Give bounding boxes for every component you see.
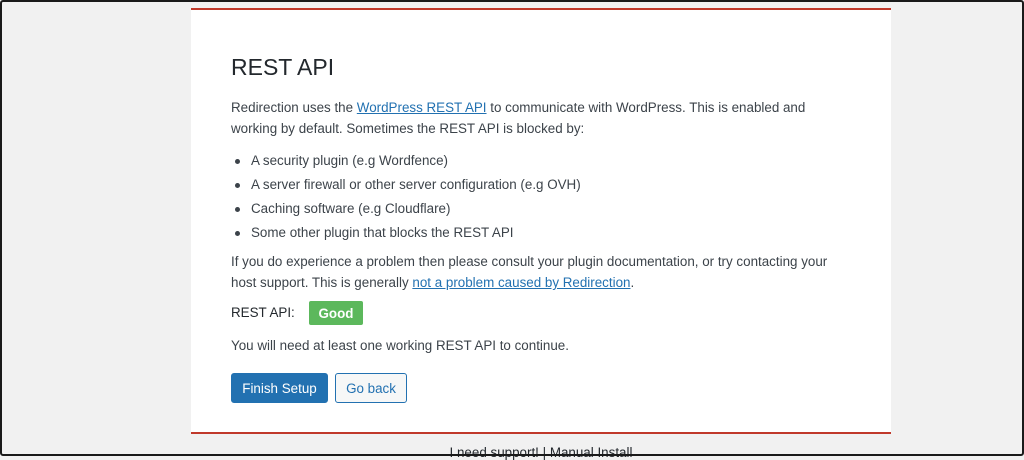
blocking-reasons-list: A security plugin (e.g Wordfence) A serv… <box>231 149 581 245</box>
intro-paragraph: Redirection uses the WordPress REST API … <box>231 97 831 139</box>
go-back-button[interactable]: Go back <box>335 373 407 403</box>
help-text-after: . <box>630 275 635 290</box>
footer-separator: | <box>538 445 550 460</box>
wordpress-rest-api-link[interactable]: WordPress REST API <box>357 100 487 115</box>
support-link[interactable]: I need support! <box>450 445 539 460</box>
manual-install-link[interactable]: Manual Install <box>550 445 633 460</box>
footer-links: I need support! | Manual Install <box>0 445 1024 460</box>
list-item: Caching software (e.g Cloudflare) <box>231 197 581 221</box>
page-title: REST API <box>231 54 335 80</box>
status-badge: Good <box>309 301 363 325</box>
list-item: Some other plugin that blocks the REST A… <box>231 221 581 245</box>
finish-setup-button[interactable]: Finish Setup <box>231 373 328 403</box>
intro-text-before: Redirection uses the <box>231 100 357 115</box>
list-item: A security plugin (e.g Wordfence) <box>231 149 581 173</box>
setup-card: REST API Redirection uses the WordPress … <box>191 8 891 434</box>
list-item: A server firewall or other server config… <box>231 173 581 197</box>
requirement-note: You will need at least one working REST … <box>231 338 569 353</box>
help-paragraph: If you do experience a problem then plea… <box>231 251 831 293</box>
rest-api-status-label: REST API: <box>231 305 295 320</box>
not-a-problem-link[interactable]: not a problem caused by Redirection <box>412 275 630 290</box>
